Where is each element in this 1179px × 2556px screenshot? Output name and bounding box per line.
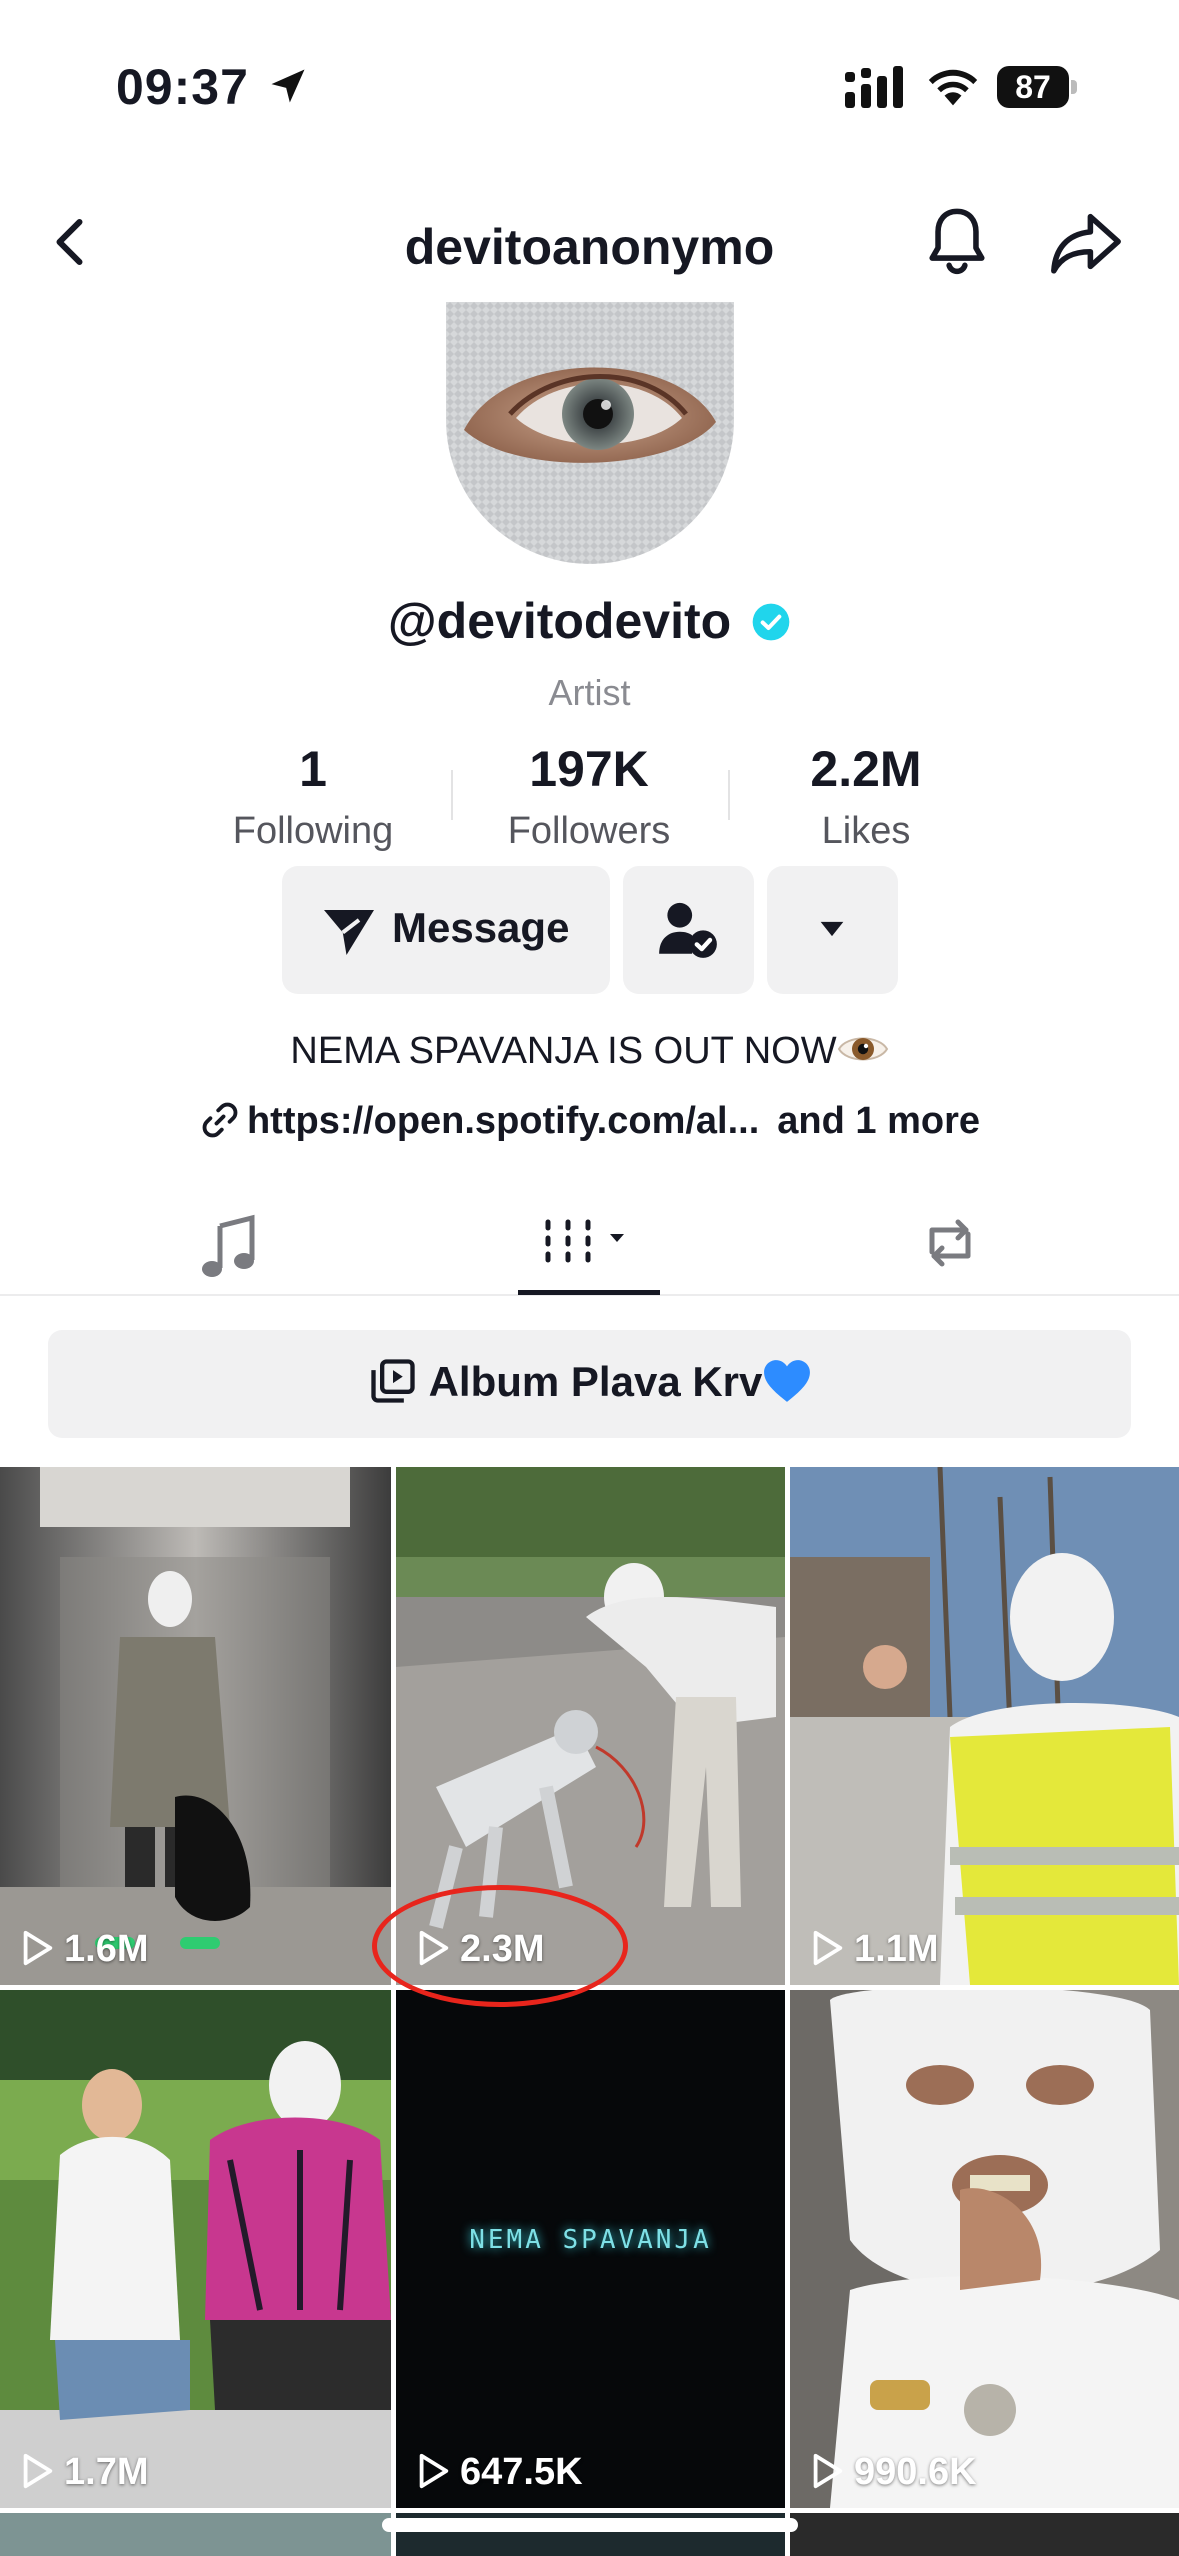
send-icon <box>324 910 374 955</box>
view-count-text: 647.5K <box>460 2451 583 2493</box>
bio-text: NEMA SPAVANJA IS OUT NOW <box>290 1030 837 1072</box>
view-count: 1.1M <box>808 1928 938 1971</box>
video-thumbnail-image <box>790 1990 1179 2508</box>
video-thumbnail[interactable] <box>0 2513 391 2556</box>
video-thumbnail[interactable]: 1.1M <box>790 1467 1179 1985</box>
view-count-text: 1.6M <box>64 1928 149 1970</box>
video-thumbnail[interactable]: 990.6K <box>790 1990 1179 2508</box>
caret-down-icon <box>820 921 844 937</box>
stat-label: Following <box>232 810 394 852</box>
page-title: devitoanonymo <box>404 219 775 275</box>
stat-following[interactable]: 1 Following <box>183 740 443 853</box>
profile-category: Artist <box>548 672 631 713</box>
bell-icon[interactable] <box>922 204 992 280</box>
playlist-button[interactable]: Album Plava Krv <box>48 1330 1131 1438</box>
view-count: 1.7M <box>18 2451 148 2494</box>
home-indicator[interactable] <box>382 2518 798 2532</box>
view-count: 990.6K <box>808 2451 977 2494</box>
battery-tip <box>1071 80 1077 94</box>
view-count: 647.5K <box>414 2451 583 2494</box>
video-thumbnail-image <box>0 1467 391 1985</box>
profile-header: devitoanonymo <box>0 190 1179 300</box>
playlist-icon <box>370 1359 415 1403</box>
eye-emoji-icon <box>837 1037 888 1061</box>
play-icon <box>23 1930 53 1966</box>
stat-label: Followers <box>507 810 671 852</box>
stat-followers[interactable]: 197K Followers <box>459 740 719 853</box>
profile-link[interactable]: https://open.spotify.com/al... and 1 more <box>0 1100 1179 1143</box>
profile-handle: @devitodevito <box>0 592 1179 650</box>
handle-text: @devitodevito <box>387 593 732 649</box>
video-thumbnail-image <box>790 1467 1179 1985</box>
profile-bio: NEMA SPAVANJA IS OUT NOW <box>0 1030 1179 1073</box>
location-arrow-icon <box>271 69 305 103</box>
stat-divider <box>728 770 730 820</box>
user-check-icon <box>659 902 717 958</box>
avatar[interactable] <box>446 302 734 564</box>
play-icon <box>813 1930 843 1966</box>
highlight-annotation <box>372 1885 628 2007</box>
verified-badge-icon <box>752 603 790 641</box>
active-tab-indicator <box>518 1290 660 1295</box>
status-bar: 09:37 87 <box>0 0 1179 160</box>
status-time: 09:37 <box>116 59 249 115</box>
link-more[interactable]: and 1 more <box>777 1100 980 1142</box>
tab-videos[interactable] <box>518 1190 678 1296</box>
content-tabs <box>0 1190 1179 1296</box>
following-status-button[interactable] <box>623 866 754 994</box>
play-icon <box>23 2453 53 2489</box>
stat-divider <box>451 770 453 820</box>
avatar-image <box>446 302 734 564</box>
playlist-label: Album Plava Krv <box>428 1358 763 1405</box>
message-button[interactable]: Message <box>282 866 610 994</box>
video-grid: 1.6M 2.3M 1.1M 1.7M NEMA SPAVANJA 647.5K… <box>0 1467 1179 2556</box>
tab-reposts[interactable] <box>906 1190 994 1296</box>
message-button-label: Message <box>392 904 570 951</box>
cellular-signal-icon <box>845 66 903 108</box>
blue-heart-emoji-icon <box>764 1360 811 1402</box>
stat-value: 1 <box>299 741 327 797</box>
stat-value: 197K <box>529 741 649 797</box>
play-icon <box>813 2453 843 2489</box>
playlist-content: Album Plava Krv <box>48 1358 1131 1407</box>
tab-music[interactable] <box>190 1190 270 1296</box>
video-thumbnail[interactable]: NEMA SPAVANJA 647.5K <box>396 1990 785 2508</box>
repost-icon <box>929 1219 971 1267</box>
link-icon <box>202 1102 238 1138</box>
wifi-icon <box>928 69 978 106</box>
video-grid-icon <box>545 1219 624 1263</box>
video-thumbnail[interactable] <box>790 2513 1179 2556</box>
music-note-icon <box>202 1214 255 1277</box>
video-overlay-text: NEMA SPAVANJA <box>469 2225 712 2255</box>
battery-level: 87 <box>997 66 1069 108</box>
battery-indicator: 87 <box>997 66 1077 108</box>
view-count-text: 1.7M <box>64 2451 149 2493</box>
video-thumbnail[interactable]: 1.6M <box>0 1467 391 1985</box>
video-thumbnail-image <box>0 1990 391 2508</box>
profile-actions: Message <box>0 866 1179 996</box>
stat-label: Likes <box>821 810 911 852</box>
stat-value: 2.2M <box>810 741 922 797</box>
share-icon[interactable] <box>1048 210 1124 276</box>
play-icon <box>419 2453 449 2489</box>
video-thumbnail[interactable]: 1.7M <box>0 1990 391 2508</box>
view-count-text: 990.6K <box>854 2451 977 2493</box>
profile-stats: 1 Following 197K Followers 2.2M Likes <box>0 740 1179 860</box>
link-url: https://open.spotify.com/al... <box>246 1100 760 1142</box>
stat-likes[interactable]: 2.2M Likes <box>736 740 996 853</box>
suggested-accounts-button[interactable] <box>767 866 898 994</box>
view-count-text: 1.1M <box>854 1928 939 1970</box>
view-count: 1.6M <box>18 1928 148 1971</box>
